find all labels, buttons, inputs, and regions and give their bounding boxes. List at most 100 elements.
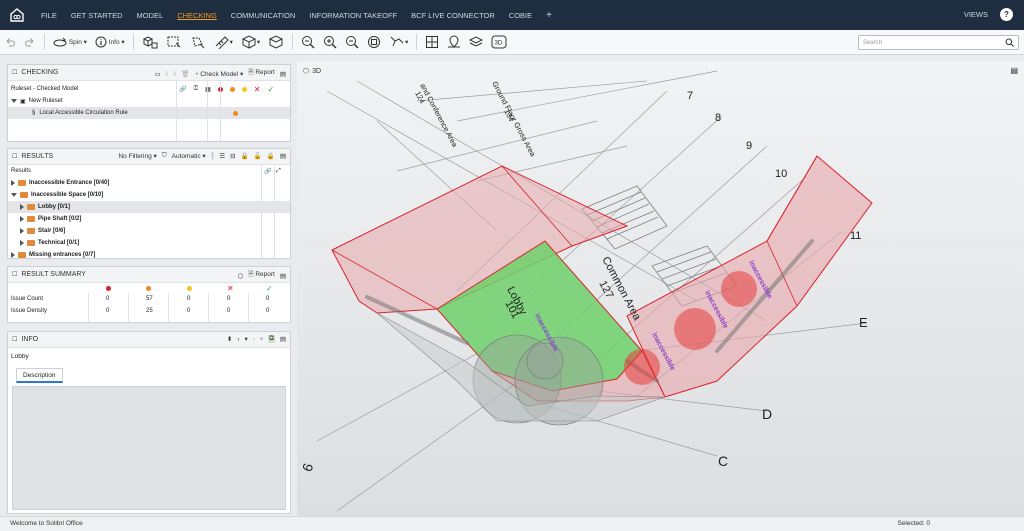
ruleset-header-row: Ruleset - Checked Model 🔗 ⚿ ▦ ✕ ✓ <box>8 83 290 95</box>
results-header: ☐ RESULTS No Filtering ▾ ⛉ Automatic ▾ ⫶… <box>8 149 290 165</box>
menu-item-information-takeoff[interactable]: INFORMATION TAKEOFF <box>309 11 397 20</box>
result-label: Stair [0/6] <box>38 228 66 234</box>
panel-menu-icon[interactable]: ▤ <box>280 272 286 280</box>
views-menu[interactable]: VIEWS <box>964 10 988 19</box>
select-components-icon[interactable] <box>142 35 158 49</box>
panel-menu-icon[interactable]: ▤ <box>280 152 286 160</box>
menu-item-model[interactable]: MODEL <box>137 11 164 20</box>
result-row[interactable]: Pipe Shaft [0/2] <box>8 213 290 225</box>
unlock-icon[interactable]: 🔓 <box>254 152 262 160</box>
sort-icon[interactable]: ⬍ <box>227 335 232 343</box>
result-summary-panel: ☐ RESULT SUMMARY ⬡ 🗎 Report ▤ ✕ ✓ Issue … <box>7 266 291 323</box>
3d-viewport[interactable]: 7 8 9 10 11 E D C 6 Lobby 101 Common Are… <box>297 61 1024 516</box>
panel-collapse-icon[interactable]: ☐ <box>12 336 17 343</box>
filter-funnel-icon[interactable]: ⛉ <box>162 152 167 160</box>
redo-icon[interactable] <box>24 36 36 48</box>
panel-menu-icon[interactable]: ▤ <box>280 70 286 78</box>
ruleset-row[interactable]: ▣ New Ruleset <box>8 95 290 107</box>
collapse-icon[interactable] <box>11 193 17 197</box>
location-icon[interactable] <box>447 35 461 49</box>
folder-icon[interactable]: ▭ <box>154 70 160 78</box>
floor-plan-icon[interactable] <box>425 35 439 49</box>
zoom-result-icon[interactable]: ⤢ <box>276 168 281 175</box>
info-mode-icon[interactable]: ⧉ <box>268 335 275 343</box>
menu-item-communication[interactable]: COMMUNICATION <box>231 11 295 20</box>
hide-icon[interactable] <box>268 35 284 49</box>
filter-dropdown[interactable]: No Filtering ▾ <box>118 152 156 160</box>
zoom-selected-icon[interactable] <box>367 35 381 49</box>
3d-model-canvas[interactable]: 7 8 9 10 11 E D C 6 Lobby 101 Common Are… <box>297 61 1024 516</box>
menu-item-cobie[interactable]: COBIE <box>509 11 532 20</box>
toolbar: Spin ▾ Info ▾ ▾ ▾ ▾ 3D Search <box>0 30 1024 55</box>
zoom-out-icon[interactable] <box>345 35 359 49</box>
layers-icon[interactable] <box>469 35 484 49</box>
report-button[interactable]: 🗎 Report <box>248 68 275 79</box>
panel-menu-icon[interactable]: ▤ <box>280 335 286 343</box>
expand-icon[interactable] <box>11 252 15 258</box>
view-cube-icon[interactable]: ▾ <box>241 35 260 49</box>
slide-icon[interactable]: ⊟ <box>230 152 235 160</box>
lock-icon[interactable]: 🔒 <box>241 152 249 160</box>
mode-dropdown[interactable]: Automatic ▾ <box>172 152 206 160</box>
view-3d-icon[interactable]: 3D <box>491 35 507 49</box>
expand-icon[interactable] <box>11 180 15 186</box>
result-row[interactable]: Technical [0/1] <box>8 237 290 249</box>
panel-collapse-icon[interactable]: ☐ <box>12 69 17 76</box>
forward-dropdown-icon[interactable]: ▾ <box>260 335 263 343</box>
delete-icon[interactable]: 🗑 <box>181 70 189 78</box>
zoom-in-icon[interactable] <box>323 35 337 49</box>
viewport-3d-icon: ⬡ <box>303 68 310 75</box>
expand-icon[interactable] <box>20 240 24 246</box>
export-icon[interactable]: ⤓ <box>173 70 176 78</box>
zoom-fit-icon[interactable] <box>301 35 315 49</box>
expand-icon[interactable] <box>20 204 24 210</box>
summary-title: RESULT SUMMARY <box>21 271 86 278</box>
result-row[interactable]: Inaccessible Space [0/10] <box>8 189 290 201</box>
walk-icon[interactable]: ▾ <box>389 35 408 49</box>
search-input[interactable]: Search <box>858 35 1019 50</box>
tree-view-icon[interactable]: ⫶ <box>210 152 215 160</box>
undo-icon[interactable] <box>4 36 16 48</box>
add-tab-icon[interactable]: + <box>546 10 552 21</box>
history-dropdown-icon[interactable]: ▾ <box>244 335 247 343</box>
panel-collapse-icon[interactable]: ☐ <box>12 153 17 160</box>
menu-item-bcf-live-connector[interactable]: BCF LIVE CONNECTOR <box>411 11 495 20</box>
link-icon[interactable]: 🔗 <box>264 168 271 175</box>
download-icon[interactable]: ⤓ <box>166 70 169 78</box>
help-icon[interactable]: ? <box>1000 8 1013 21</box>
result-row[interactable]: Stair [0/6] <box>8 225 290 237</box>
back-icon[interactable]: ‹ <box>237 336 239 343</box>
toolbar-separator <box>416 34 418 50</box>
viewport-menu-icon[interactable]: ▤ <box>1010 66 1018 75</box>
app-logo-icon[interactable] <box>6 4 28 26</box>
check-model-button[interactable]: ◔ Check Model ▾ <box>195 70 244 78</box>
box-select-icon[interactable] <box>166 35 182 49</box>
lock-all-icon[interactable]: 🔒 <box>267 152 275 160</box>
info-button[interactable]: Info ▾ <box>95 36 125 48</box>
menu-item-checking[interactable]: CHECKING <box>177 11 217 20</box>
summary-report-button[interactable]: 🗎 Report <box>248 270 275 281</box>
results-list: Inaccessible Entrance [0/40] Inaccessible… <box>8 177 290 258</box>
measure-icon[interactable]: ▾ <box>214 35 233 49</box>
result-row[interactable]: Lobby [0/1] <box>8 201 290 213</box>
tab-description[interactable]: Description <box>16 368 63 383</box>
menu-item-file[interactable]: FILE <box>41 11 57 20</box>
forward-icon[interactable]: › <box>253 336 255 343</box>
expand-icon[interactable] <box>11 99 17 103</box>
expand-icon[interactable] <box>20 216 24 222</box>
panel-collapse-icon[interactable]: ☐ <box>12 271 17 278</box>
list-view-icon[interactable]: ☰ <box>219 152 225 160</box>
menu-item-get-started[interactable]: GET STARTED <box>71 11 123 20</box>
summary-moderate-icon <box>146 285 151 291</box>
selection-count: Selected: 0 <box>897 520 930 527</box>
lasso-select-icon[interactable] <box>190 35 206 49</box>
result-row[interactable]: Inaccessible Entrance [0/40] <box>8 177 290 189</box>
result-row[interactable]: Missing entrances [0/7] <box>8 249 290 258</box>
link-icon[interactable]: 🔗 <box>179 86 186 93</box>
rule-row[interactable]: § Local Accessible Circulation Rule <box>8 107 290 119</box>
search-icon[interactable] <box>1005 38 1014 49</box>
expand-icon[interactable] <box>20 228 24 234</box>
spin-button[interactable]: Spin ▾ <box>53 36 87 48</box>
cube-icon[interactable]: ⬡ <box>238 272 244 280</box>
key-icon[interactable]: ⚿ <box>193 86 198 93</box>
